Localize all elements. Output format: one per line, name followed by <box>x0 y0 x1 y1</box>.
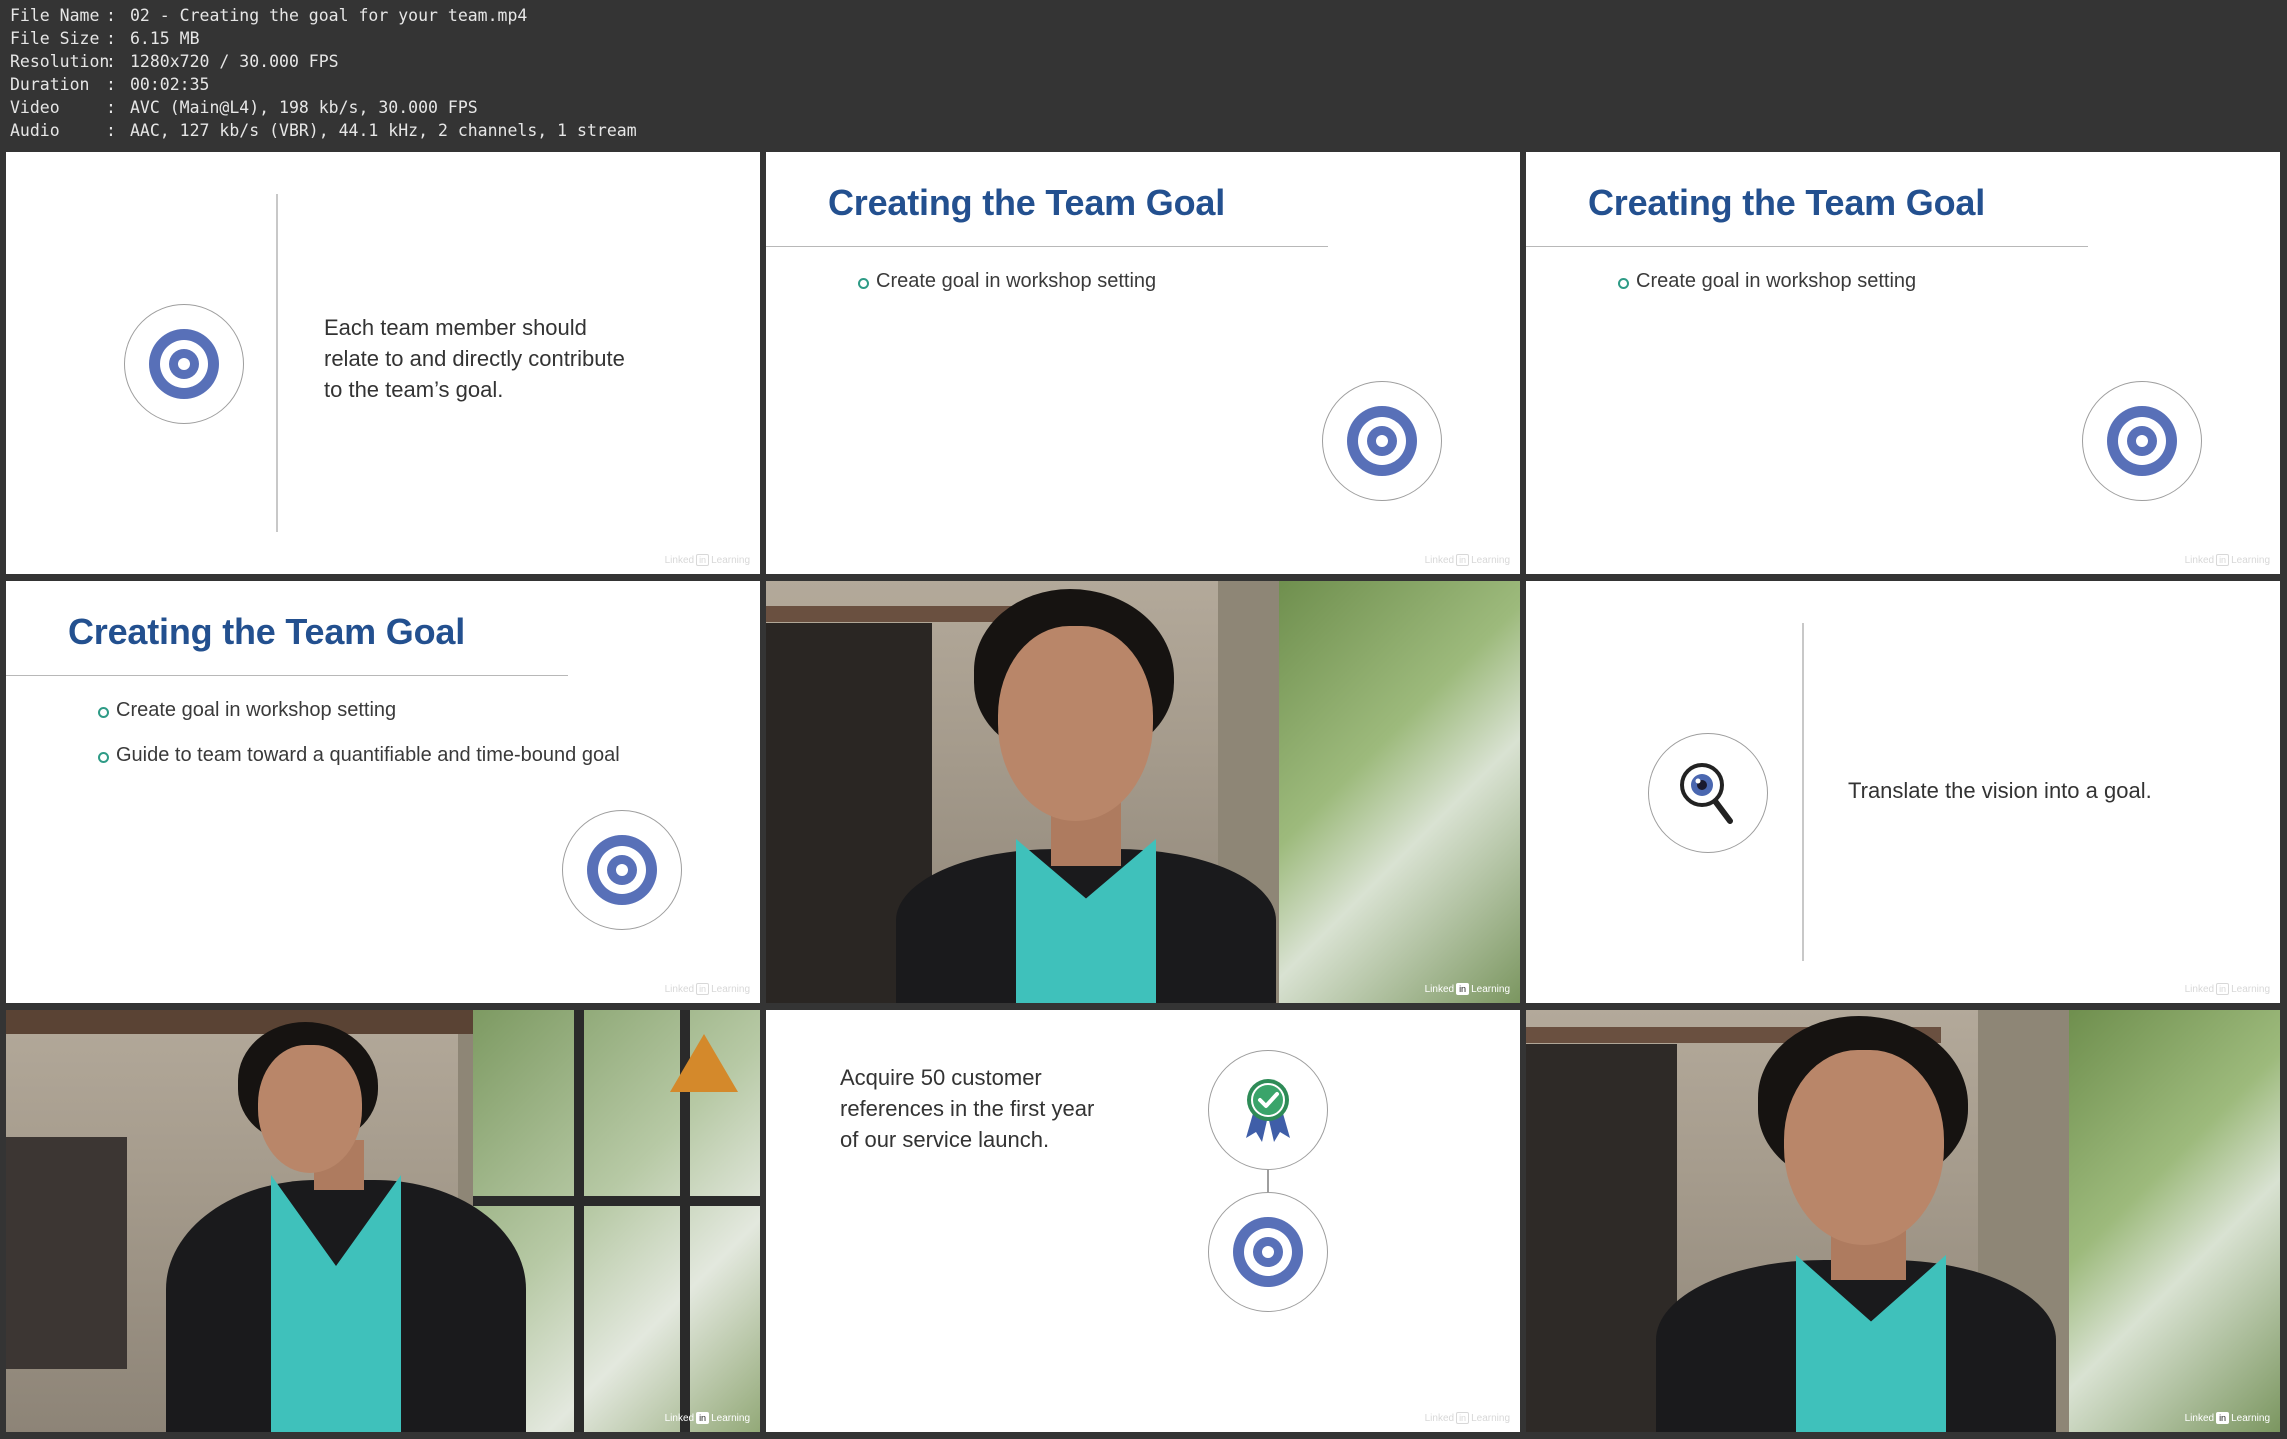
slide-text-line: references in the first year <box>840 1096 1095 1121</box>
target-icon <box>1233 1217 1303 1287</box>
divider <box>276 194 278 532</box>
file-info-panel: File Name:02 - Creating the goal for you… <box>10 4 637 142</box>
thumbnail-video-frame-2[interactable]: Linked in Learning <box>6 1010 760 1432</box>
slide-text-line: Acquire 50 customer <box>840 1065 1042 1090</box>
target-icon-circle <box>1322 381 1442 501</box>
info-value: 1280x720 / 30.000 FPS <box>130 52 339 71</box>
bullet-list: Create goal in workshop setting Guide to… <box>98 699 620 789</box>
award-ribbon-icon <box>1246 1079 1290 1142</box>
linkedin-learning-watermark: Linked in Learning <box>1424 1412 1510 1424</box>
linkedin-learning-watermark: Linked in Learning <box>2184 1412 2270 1424</box>
target-icon <box>149 329 219 399</box>
info-value: AAC, 127 kb/s (VBR), 44.1 kHz, 2 channel… <box>130 121 637 140</box>
bullet-item: Create goal in workshop setting <box>858 270 1156 315</box>
info-separator: : <box>106 6 116 25</box>
thumbnail-slide-3[interactable]: Creating the Team Goal Create goal in wo… <box>1526 152 2280 574</box>
slide-title: Creating the Team Goal <box>1588 182 1986 223</box>
file-info-row: Duration:00:02:35 <box>10 73 637 96</box>
slide-text: Each team member should relate to and di… <box>324 312 625 405</box>
info-value: 00:02:35 <box>130 75 210 94</box>
slide-text-line: to the team’s goal. <box>324 377 504 402</box>
file-info-row: File Size:6.15 MB <box>10 27 637 50</box>
slide-text-line: Each team member should <box>324 315 587 340</box>
target-icon <box>1347 406 1417 476</box>
slide-text-line: of our service launch. <box>840 1127 1050 1152</box>
target-icon-circle <box>124 304 244 424</box>
target-icon-circle <box>2082 381 2202 501</box>
slide-text: Translate the vision into a goal. <box>1848 775 2152 806</box>
magnifier-eye-icon <box>1680 763 1733 824</box>
linkedin-learning-watermark: Linked in Learning <box>1424 554 1510 566</box>
thumbnail-video-frame-3[interactable]: Linked in Learning <box>1526 1010 2280 1432</box>
linkedin-learning-watermark: Linked in Learning <box>664 1412 750 1424</box>
pendant-lamp <box>670 1034 738 1092</box>
bullet-item: Create goal in workshop setting <box>1618 270 1916 315</box>
target-icon <box>587 835 657 905</box>
slide-title: Creating the Team Goal <box>68 611 466 652</box>
thumbnail-slide-6[interactable]: Translate the vision into a goal. Linked… <box>1526 581 2280 1003</box>
info-value: 02 - Creating the goal for your team.mp4 <box>130 6 528 25</box>
target-icon <box>2107 406 2177 476</box>
presenter <box>1646 1010 2106 1432</box>
thumbnail-slide-2[interactable]: Creating the Team Goal Create goal in wo… <box>766 152 1520 574</box>
info-label: Resolution <box>10 52 110 71</box>
file-info-row: Video: AVC (Main@L4), 198 kb/s, 30.000 FP… <box>10 96 637 119</box>
background-cabinet <box>6 1136 127 1369</box>
info-value: 6.15 MB <box>130 29 200 48</box>
thumbnail-slide-4[interactable]: Creating the Team Goal Create goal in wo… <box>6 581 760 1003</box>
divider <box>1802 623 1804 961</box>
thumbnail-slide-1[interactable]: Each team member should relate to and di… <box>6 152 760 574</box>
award-icon-circle <box>1208 1050 1328 1170</box>
title-rule <box>6 675 568 676</box>
target-icon-circle <box>562 810 682 930</box>
file-info-row: File Name:02 - Creating the goal for you… <box>10 4 637 27</box>
linkedin-learning-watermark: Linked in Learning <box>664 554 750 566</box>
bullet-item: Guide to team toward a quantifiable and … <box>98 744 620 789</box>
info-separator: : <box>106 52 116 71</box>
info-label: Audio <box>10 121 60 140</box>
info-separator: : <box>106 29 116 48</box>
info-label: Duration <box>10 75 90 94</box>
info-separator: : <box>106 98 116 117</box>
linkedin-learning-watermark: Linked in Learning <box>664 983 750 995</box>
info-label: Video <box>10 98 60 117</box>
title-rule <box>1526 246 2088 247</box>
info-separator: : <box>106 75 116 94</box>
linkedin-learning-watermark: Linked in Learning <box>1424 983 1510 995</box>
slide-title: Creating the Team Goal <box>828 182 1226 223</box>
info-value: AVC (Main@L4), 198 kb/s, 30.000 FPS <box>130 98 478 117</box>
target-icon-circle <box>1208 1192 1328 1312</box>
slide-text-line: Translate the vision into a goal. <box>1848 778 2152 803</box>
file-info-row: Audio: AAC, 127 kb/s (VBR), 44.1 kHz, 2 c… <box>10 119 637 142</box>
thumbnail-slide-8[interactable]: Acquire 50 customer references in the fi… <box>766 1010 1520 1432</box>
slide-text-line: relate to and directly contribute <box>324 346 625 371</box>
bullet-list: Create goal in workshop setting <box>1618 270 1916 315</box>
bullet-list: Create goal in workshop setting <box>858 270 1156 315</box>
presenter <box>156 1010 596 1432</box>
info-label: File Size <box>10 29 100 48</box>
info-label: File Name <box>10 6 100 25</box>
presenter <box>876 581 1336 1003</box>
bullet-item: Create goal in workshop setting <box>98 699 620 744</box>
info-separator: : <box>106 121 116 140</box>
linkedin-learning-watermark: Linked in Learning <box>2184 983 2270 995</box>
thumbnail-video-frame-1[interactable]: Linked in Learning <box>766 581 1520 1003</box>
linkedin-learning-watermark: Linked in Learning <box>2184 554 2270 566</box>
title-rule <box>766 246 1328 247</box>
magnifier-icon-circle <box>1648 733 1768 853</box>
file-info-row: Resolution: 1280x720 / 30.000 FPS <box>10 50 637 73</box>
slide-text: Acquire 50 customer references in the fi… <box>840 1062 1094 1155</box>
